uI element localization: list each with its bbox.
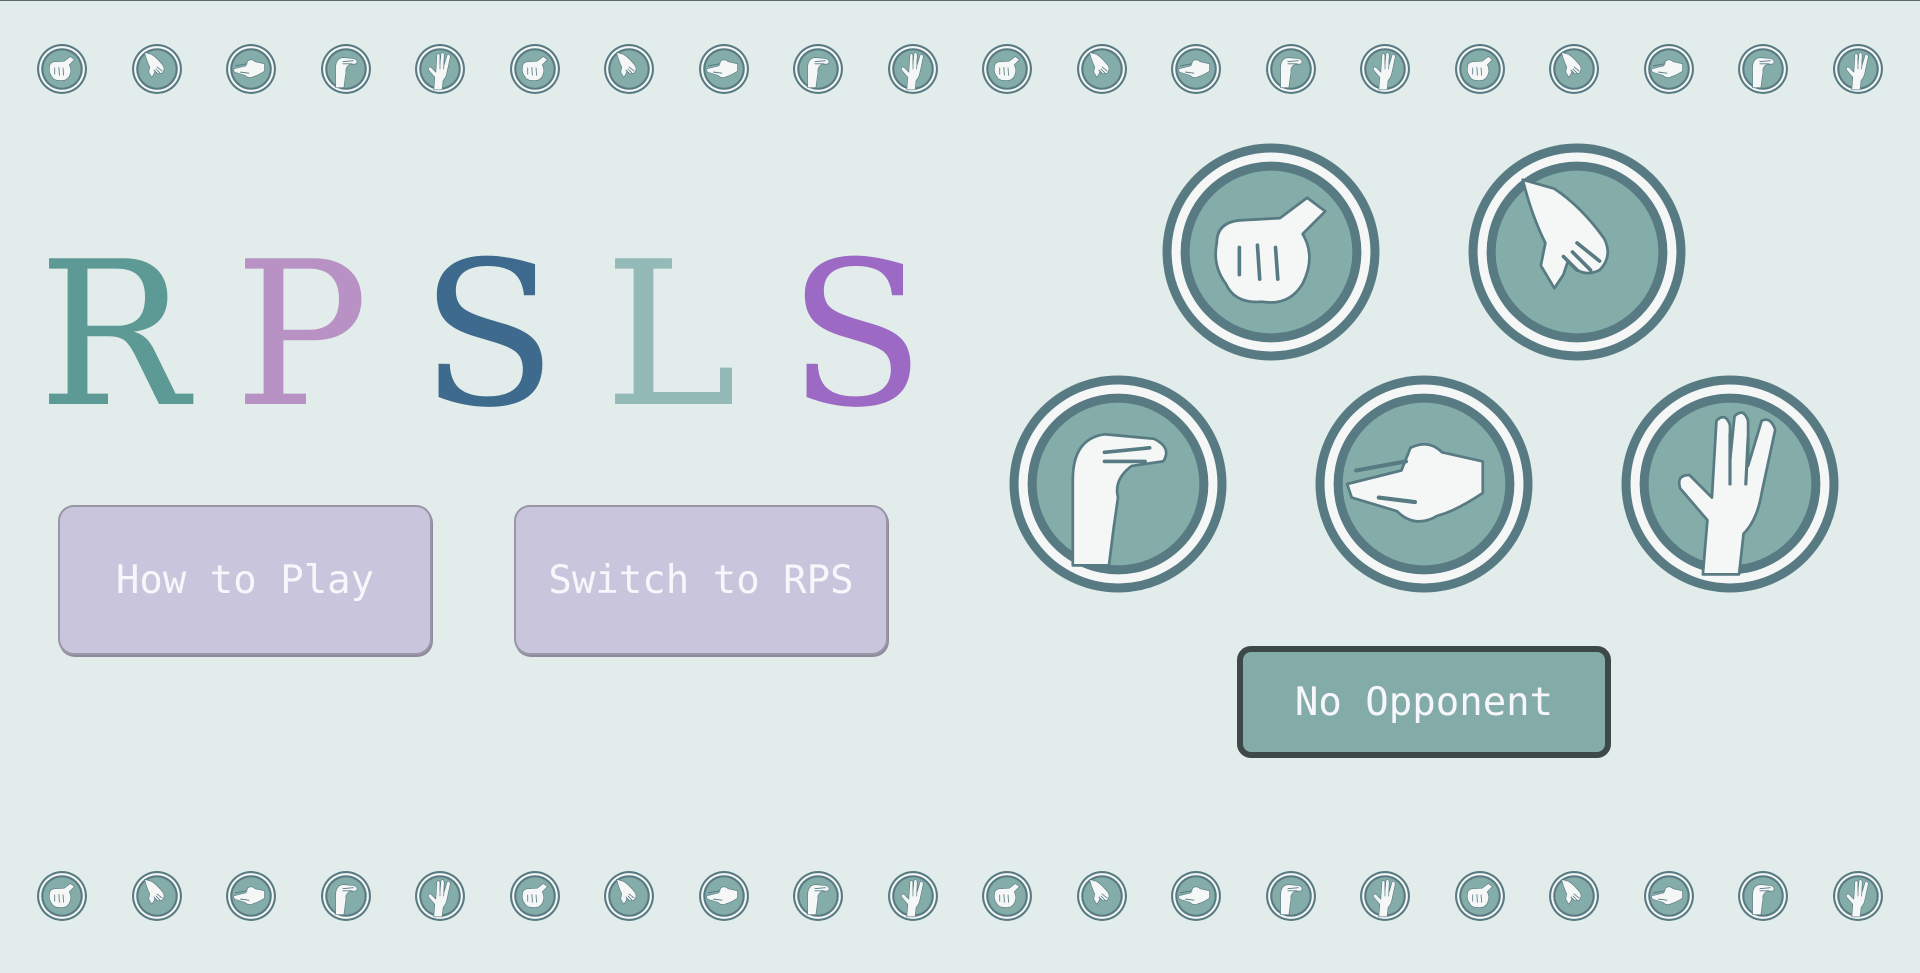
title-letter-l: L [604,219,737,452]
title-letter-r: R [38,219,189,452]
paper-icon [1076,44,1127,94]
rock-icon [509,44,560,94]
choice-lizard[interactable] [1005,371,1231,597]
rock-icon [1162,143,1380,361]
lizard-icon [1265,44,1316,94]
switch-mode-button[interactable]: Switch to RPS [514,505,888,655]
paper-icon [1076,871,1127,921]
choice-rock[interactable] [1158,139,1384,365]
spock-icon [887,871,938,921]
scissors-icon [226,871,276,921]
rock-icon [982,44,1033,94]
paper-icon [1468,143,1686,361]
spock-icon [887,44,938,94]
paper-icon [604,871,655,921]
spock-icon [1621,375,1839,593]
choice-paper[interactable] [1464,139,1690,365]
scissors-icon [1171,44,1222,94]
lizard-icon [1265,871,1316,921]
game-title: R P S L S [36,219,925,452]
paper-icon [1549,871,1600,921]
choice-scissors[interactable] [1311,371,1537,597]
scissors-icon [1315,375,1533,593]
rock-icon [37,44,87,94]
rock-icon [37,871,87,921]
scissors-icon [1643,871,1694,921]
choice-spock[interactable] [1617,371,1843,597]
lizard-icon [1738,871,1789,921]
how-to-play-button[interactable]: How to Play [58,505,432,655]
spock-icon [1832,871,1883,921]
paper-icon [131,44,182,94]
bottom-icon-strip [36,870,1884,922]
rock-icon [509,871,560,921]
rock-icon [982,871,1033,921]
lizard-icon [793,44,844,94]
title-letter-s: S [420,219,558,452]
spock-icon [1832,44,1883,94]
spock-icon [415,44,466,94]
lizard-icon [793,871,844,921]
paper-icon [604,44,655,94]
opponent-label: No Opponent [1294,679,1554,725]
lizard-icon [320,871,371,921]
spock-icon [1360,871,1411,921]
spock-icon [1360,44,1411,94]
switch-mode-label: Switch to RPS [548,557,854,603]
spock-icon [415,871,466,921]
how-to-play-label: How to Play [115,557,375,603]
paper-icon [1549,44,1600,94]
rock-icon [1454,871,1505,921]
scissors-icon [698,871,749,921]
opponent-button[interactable]: No Opponent [1237,646,1611,758]
top-icon-strip [36,43,1884,95]
title-letter-s-second: S [788,219,926,452]
paper-icon [131,871,182,921]
scissors-icon [1171,871,1222,921]
title-letter-p: P [234,219,369,452]
scissors-icon [226,44,276,94]
lizard-icon [320,44,371,94]
lizard-icon [1738,44,1789,94]
rock-icon [1454,44,1505,94]
lizard-icon [1009,375,1227,593]
scissors-icon [1643,44,1694,94]
scissors-icon [698,44,749,94]
